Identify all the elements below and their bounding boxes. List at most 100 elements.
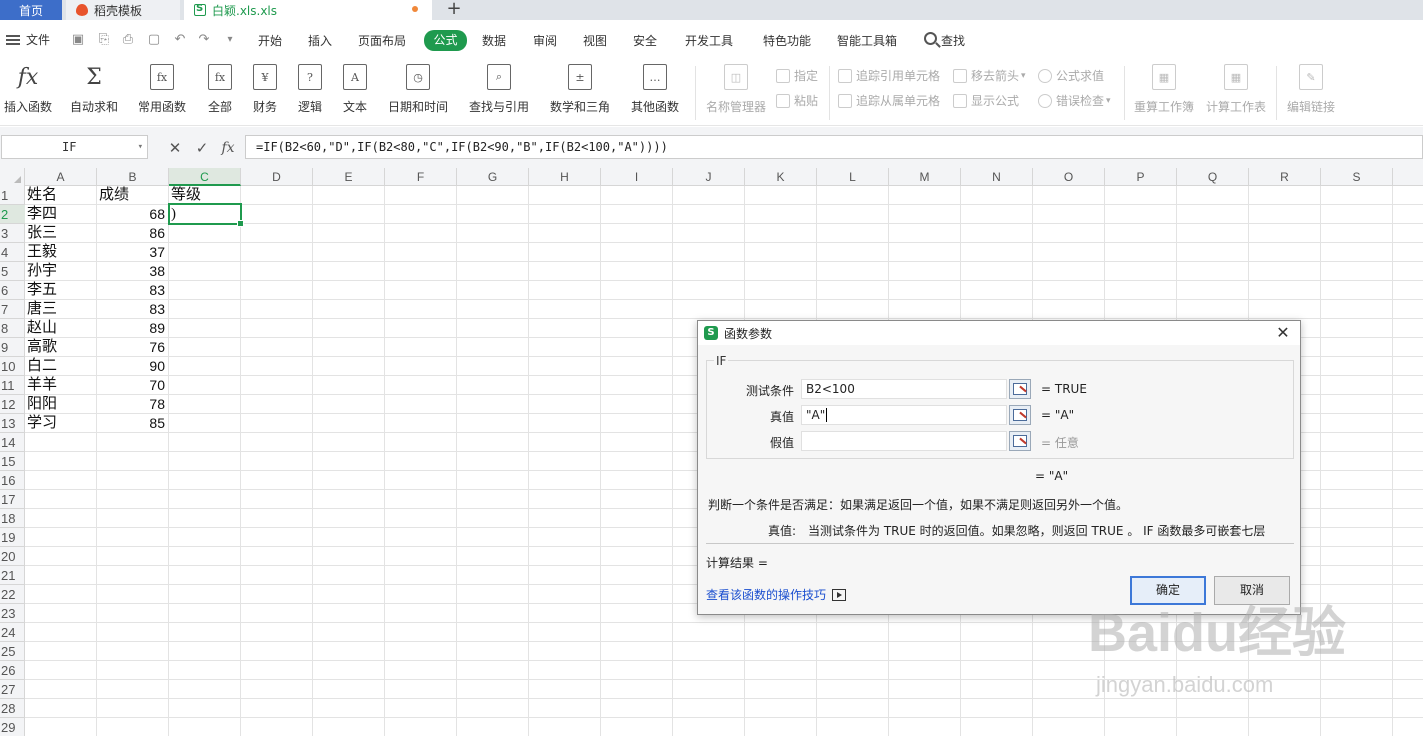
- column-header-r[interactable]: R: [1249, 168, 1321, 186]
- row-header-24[interactable]: 24: [0, 623, 25, 642]
- common-functions-button[interactable]: fx 常用函数: [134, 62, 190, 122]
- undo-icon[interactable]: ↶: [172, 32, 188, 48]
- column-header-j[interactable]: J: [673, 168, 745, 186]
- cancel-button[interactable]: 取消: [1214, 576, 1290, 605]
- menu-security[interactable]: 安全: [633, 32, 657, 49]
- row-header-12[interactable]: 12: [0, 395, 25, 414]
- recalc-workbook-button[interactable]: ▦ 重算工作簿: [1132, 62, 1196, 122]
- row-header-29[interactable]: 29: [0, 718, 25, 736]
- print-icon[interactable]: ⎙: [120, 32, 136, 48]
- date-time-button[interactable]: ◷ 日期和时间: [382, 62, 454, 122]
- cell-a1[interactable]: 姓名: [27, 186, 95, 205]
- lookup-reference-button[interactable]: ⌕ 查找与引用: [463, 62, 535, 122]
- cell-a10[interactable]: 白二: [27, 357, 95, 376]
- collapse-dialog-icon[interactable]: [1009, 405, 1031, 425]
- arg-input-true[interactable]: "A": [801, 405, 1007, 425]
- cell-a11[interactable]: 羊羊: [27, 376, 95, 395]
- collapse-dialog-icon[interactable]: [1009, 431, 1031, 451]
- select-all-corner[interactable]: [0, 168, 25, 186]
- dialog-title-bar[interactable]: S 函数参数 ✕: [698, 321, 1300, 345]
- arg-input-condition[interactable]: B2<100: [801, 379, 1007, 399]
- menu-view[interactable]: 视图: [583, 32, 607, 49]
- cell-a7[interactable]: 唐三: [27, 300, 95, 319]
- column-header-s[interactable]: S: [1321, 168, 1393, 186]
- row-header-13[interactable]: 13: [0, 414, 25, 433]
- cell-a5[interactable]: 孙宇: [27, 262, 95, 281]
- row-header-2[interactable]: 2: [0, 205, 25, 224]
- trace-precedents-button[interactable]: 追踪引用单元格: [838, 67, 940, 84]
- cell-b10[interactable]: 90: [97, 357, 165, 376]
- column-header-g[interactable]: G: [457, 168, 529, 186]
- row-header-3[interactable]: 3: [0, 224, 25, 243]
- row-header-11[interactable]: 11: [0, 376, 25, 395]
- formula-input[interactable]: =IF(B2<60,"D",IF(B2<80,"C",IF(B2<90,"B",…: [245, 135, 1423, 159]
- tab-docer-templates[interactable]: 稻壳模板: [66, 0, 180, 20]
- save-icon[interactable]: ▣: [70, 32, 86, 48]
- row-header-9[interactable]: 9: [0, 338, 25, 357]
- column-header-c[interactable]: C: [169, 168, 241, 186]
- column-header-m[interactable]: M: [889, 168, 961, 186]
- collapse-dialog-icon[interactable]: [1009, 379, 1031, 399]
- row-header-19[interactable]: 19: [0, 528, 25, 547]
- trace-dependents-button[interactable]: 追踪从属单元格: [838, 92, 940, 109]
- column-header-n[interactable]: N: [961, 168, 1033, 186]
- file-menu-button[interactable]: 文件: [6, 31, 50, 48]
- cell-b7[interactable]: 83: [97, 300, 165, 319]
- cell-b5[interactable]: 38: [97, 262, 165, 281]
- cell-a9[interactable]: 高歌: [27, 338, 95, 357]
- print-preview-icon[interactable]: ▢: [146, 32, 162, 48]
- column-header-d[interactable]: D: [241, 168, 313, 186]
- column-header-q[interactable]: Q: [1177, 168, 1249, 186]
- row-header-5[interactable]: 5: [0, 262, 25, 281]
- menu-smart-toolbox[interactable]: 智能工具箱: [837, 32, 897, 49]
- cancel-icon[interactable]: ✕: [166, 139, 184, 157]
- menu-review[interactable]: 审阅: [533, 32, 557, 49]
- insert-function-button[interactable]: fx 插入函数: [2, 62, 54, 122]
- search-icon[interactable]: [924, 32, 937, 45]
- paste-name-button[interactable]: 粘贴: [776, 92, 818, 109]
- column-header-a[interactable]: A: [25, 168, 97, 186]
- cell-a4[interactable]: 王毅: [27, 243, 95, 262]
- row-header-26[interactable]: 26: [0, 661, 25, 680]
- cell-a8[interactable]: 赵山: [27, 319, 95, 338]
- menu-insert[interactable]: 插入: [308, 32, 332, 49]
- cell-b8[interactable]: 89: [97, 319, 165, 338]
- cell-b4[interactable]: 37: [97, 243, 165, 262]
- row-header-6[interactable]: 6: [0, 281, 25, 300]
- evaluate-formula-button[interactable]: 公式求值: [1038, 67, 1104, 84]
- column-header-f[interactable]: F: [385, 168, 457, 186]
- arg-input-false[interactable]: [801, 431, 1007, 451]
- financial-button[interactable]: ¥ 财务: [247, 62, 283, 122]
- cell-b3[interactable]: 86: [97, 224, 165, 243]
- row-header-22[interactable]: 22: [0, 585, 25, 604]
- other-functions-button[interactable]: … 其他函数: [625, 62, 685, 122]
- edit-links-button[interactable]: ✎ 编辑链接: [1284, 62, 1338, 122]
- column-header-o[interactable]: O: [1033, 168, 1105, 186]
- cell-a3[interactable]: 张三: [27, 224, 95, 243]
- column-header-p[interactable]: P: [1105, 168, 1177, 186]
- column-header-k[interactable]: K: [745, 168, 817, 186]
- fx-icon[interactable]: fx: [219, 139, 237, 157]
- column-header-h[interactable]: H: [529, 168, 601, 186]
- export-pdf-icon[interactable]: ⎘: [96, 32, 112, 48]
- cell-b1[interactable]: 成绩: [99, 186, 167, 205]
- customize-dropdown-icon[interactable]: ▾: [222, 32, 238, 48]
- cell-a12[interactable]: 阳阳: [27, 395, 95, 414]
- menu-page-layout[interactable]: 页面布局: [358, 32, 406, 49]
- menu-search[interactable]: 查找: [941, 32, 965, 49]
- row-header-16[interactable]: 16: [0, 471, 25, 490]
- chevron-down-icon[interactable]: ▾: [138, 136, 143, 158]
- tab-current-file[interactable]: 白颖.xls.xls: [184, 0, 432, 20]
- recalc-sheet-button[interactable]: ▦ 计算工作表: [1204, 62, 1268, 122]
- menu-data[interactable]: 数据: [482, 32, 506, 49]
- name-manager-button[interactable]: ◫ 名称管理器: [704, 62, 768, 122]
- cell-a6[interactable]: 李五: [27, 281, 95, 300]
- row-header-18[interactable]: 18: [0, 509, 25, 528]
- column-header-i[interactable]: I: [601, 168, 673, 186]
- define-name-button[interactable]: 指定: [776, 67, 818, 84]
- cell-b11[interactable]: 70: [97, 376, 165, 395]
- column-header-b[interactable]: B: [97, 168, 169, 186]
- remove-arrows-button[interactable]: 移去箭头 ▾: [953, 67, 1026, 84]
- row-header-14[interactable]: 14: [0, 433, 25, 452]
- autosum-button[interactable]: Σ 自动求和: [64, 62, 124, 122]
